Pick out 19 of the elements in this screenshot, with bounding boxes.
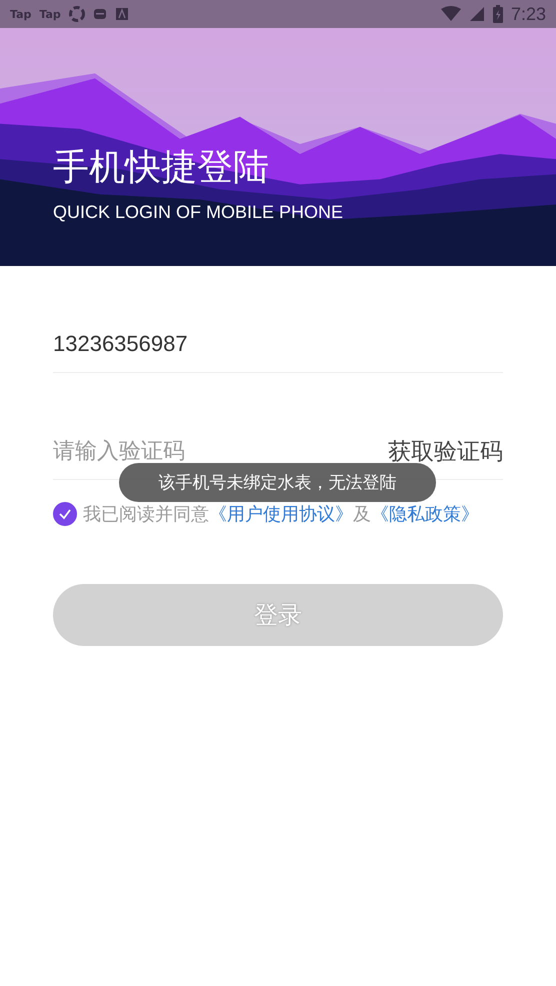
page-title: 手机快捷登陆 (53, 146, 270, 190)
signal-icon (468, 6, 485, 22)
checkmark-icon (58, 507, 72, 521)
privacy-policy-link[interactable]: 《隐私政策》 (371, 504, 479, 525)
user-agreement-link[interactable]: 《用户使用协议》 (209, 504, 353, 525)
page-subtitle: QUICK LOGIN OF MOBILE PHONE (53, 202, 344, 223)
battery-icon (492, 5, 503, 23)
notification-label: Tap (39, 8, 61, 20)
agreement-text: 我已阅读并同意《用户使用协议》及《隐私政策》 (83, 503, 479, 526)
wifi-icon (440, 6, 461, 22)
error-toast: 该手机号未绑定水表，无法登陆 (119, 463, 436, 502)
aperture-icon (68, 6, 85, 22)
phone-input-field[interactable]: 13236356987 (53, 331, 503, 357)
agreement-checkbox[interactable] (53, 502, 77, 526)
notification-label: Tap (10, 8, 32, 20)
app-icon (114, 7, 129, 21)
clock-time: 7:23 (510, 4, 546, 24)
code-input-field[interactable]: 请输入验证码 (53, 438, 388, 464)
storage-icon (92, 7, 107, 21)
